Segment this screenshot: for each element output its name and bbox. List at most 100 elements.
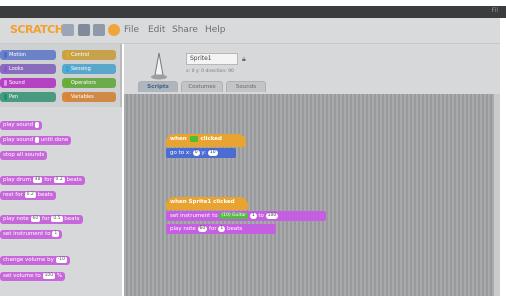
block-slot[interactable] [34, 121, 39, 128]
category-label: Sensing [71, 66, 91, 72]
block-text: % [56, 273, 63, 279]
block-text: set instrument to [170, 213, 218, 219]
titlebar-corner-label: Fil [491, 7, 498, 14]
category-label: Looks [9, 66, 24, 72]
palette-block-play-note[interactable]: play note 60 for 0.5 beats [0, 215, 83, 224]
block-text: for [44, 177, 52, 183]
block-text: clicked [200, 136, 222, 142]
scripts-area[interactable] [124, 94, 500, 296]
sound-color-icon [4, 79, 7, 86]
category-label: Motion [9, 52, 26, 58]
category-operators[interactable]: Operators [62, 78, 116, 88]
block-text: play sound [3, 122, 34, 128]
block-text: for [209, 226, 217, 232]
block-text: y: [201, 150, 207, 156]
play-note-block[interactable]: play note 60 for 1 beats [166, 224, 276, 234]
go-to-xy-block[interactable]: go to x: 0 y: 10 [166, 148, 236, 158]
block-text: beats [226, 226, 243, 232]
category-pen[interactable]: Pen [0, 92, 56, 102]
category-sensing[interactable]: Sensing [62, 64, 116, 74]
block-slot[interactable]: 0.2 [53, 176, 65, 183]
sprite-name-field[interactable]: Sprite1 [186, 53, 238, 65]
block-text: to [258, 213, 264, 219]
palette-block-set-instrument[interactable]: set instrument to 1 [0, 230, 63, 239]
block-slot[interactable]: -10 [55, 256, 67, 263]
palette-block-play-sound-until-done[interactable]: play sound until done [0, 136, 72, 145]
globe-icon[interactable] [62, 24, 74, 36]
category-variables[interactable]: Variables [62, 92, 116, 102]
palette-block-change-volume[interactable]: change volume by -10 [0, 256, 70, 265]
block-slot[interactable]: 0.2 [24, 191, 36, 198]
save-icon[interactable] [78, 24, 90, 36]
palette-block-play-sound[interactable]: play sound [0, 121, 42, 130]
block-text: stop all sounds [3, 152, 45, 158]
block-slot[interactable]: 60 [30, 215, 41, 222]
note-input[interactable]: 60 [197, 225, 208, 232]
category-control[interactable]: Control [62, 50, 116, 60]
block-text: until done [40, 137, 69, 143]
flag-icon[interactable] [108, 24, 120, 36]
control-color-icon [66, 51, 69, 58]
category-label: Variables [71, 94, 94, 100]
share-icon[interactable] [93, 24, 105, 36]
menubar: SCRATCH File Edit Share Help [0, 18, 500, 44]
scratch-logo: SCRATCH [10, 23, 64, 36]
block-text: when Sprite1 clicked [170, 199, 235, 205]
palette-block-stop-all-sounds[interactable]: stop all sounds [0, 151, 48, 160]
variables-color-icon [66, 93, 69, 100]
block-text: beats [64, 216, 80, 222]
block-text: beats [37, 192, 53, 198]
menu-share[interactable]: Share [172, 25, 198, 35]
block-slot[interactable]: 100 [42, 272, 56, 279]
x-input[interactable]: 0 [192, 149, 200, 156]
instrument-input[interactable]: 1 [249, 212, 257, 219]
block-text: for [42, 216, 50, 222]
block-text: set volume to [3, 273, 41, 279]
block-text: play drum [3, 177, 31, 183]
scripts-vertical-scrollbar[interactable] [494, 94, 500, 296]
block-slot[interactable] [34, 136, 39, 143]
block-text: beats [66, 177, 82, 183]
tab-costumes[interactable]: Costumes [181, 81, 223, 92]
value-input[interactable]: 100 [265, 212, 279, 219]
green-flag-icon [189, 135, 198, 142]
instrument-dropdown[interactable]: (10) Guitar [219, 212, 248, 219]
palette-block-play-drum[interactable]: play drum 48 for 0.2 beats [0, 176, 85, 185]
menu-file[interactable]: File [124, 25, 139, 35]
tab-scripts[interactable]: Scripts [138, 81, 178, 92]
block-text: go to x: [170, 150, 191, 156]
sprite-position-info: x: 0 y: 0 direction: 90 [186, 69, 234, 74]
tab-sounds[interactable]: Sounds [226, 81, 266, 92]
category-motion[interactable]: Motion [0, 50, 56, 60]
when-sprite-clicked-hat[interactable]: when Sprite1 clicked [166, 197, 248, 210]
block-slot[interactable]: 48 [32, 176, 43, 183]
category-label: Operators [71, 80, 96, 86]
palette-block-rest[interactable]: rest for 0.2 beats [0, 191, 56, 200]
operators-color-icon [66, 79, 69, 86]
category-label: Pen [9, 94, 19, 100]
beats-input[interactable]: 1 [218, 225, 226, 232]
category-sound[interactable]: Sound [0, 78, 56, 88]
pen-color-icon [4, 93, 7, 100]
block-text: play note [3, 216, 29, 222]
y-input[interactable]: 10 [207, 149, 218, 156]
menu-edit[interactable]: Edit [148, 25, 165, 35]
category-looks[interactable]: Looks [0, 64, 56, 74]
block-text: set instrument to [3, 231, 51, 237]
sprite-thumbnail-icon[interactable] [148, 51, 170, 81]
category-label: Sound [9, 80, 25, 86]
when-flag-clicked-hat[interactable]: when clicked [166, 134, 246, 147]
block-text: play note [170, 226, 196, 232]
block-slot[interactable]: 1 [52, 230, 60, 237]
sensing-color-icon [66, 65, 69, 72]
block-text: play sound [3, 137, 34, 143]
block-slot[interactable]: 0.5 [51, 215, 63, 222]
palette-block-set-volume[interactable]: set volume to 100 % [0, 272, 66, 281]
window-titlebar: Fil [0, 6, 506, 18]
block-text: when [170, 136, 187, 142]
set-instrument-block[interactable]: set instrument to (10) Guitar 1 to 100 [166, 211, 326, 221]
lock-icon[interactable]: 🔒︎ [242, 55, 246, 64]
motion-color-icon [4, 51, 7, 58]
menu-help[interactable]: Help [205, 25, 226, 35]
looks-color-icon [4, 65, 7, 72]
